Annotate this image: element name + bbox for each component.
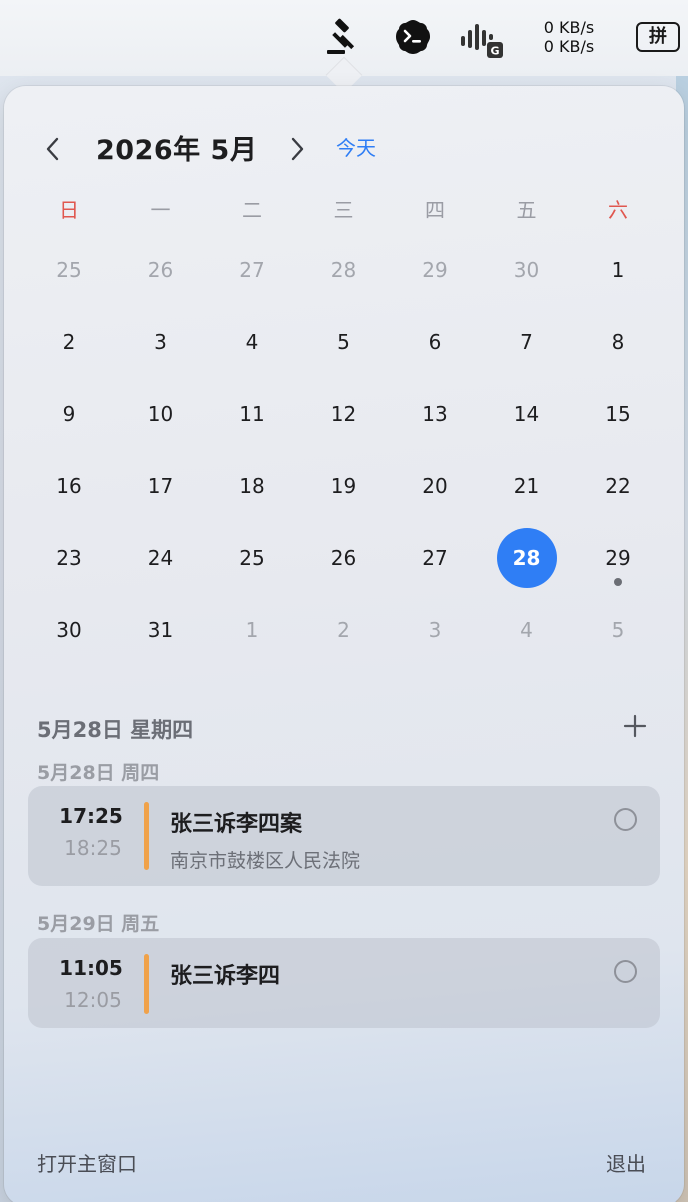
- event-title: 张三诉李四案: [170, 812, 303, 837]
- weekday-mon: 一: [150, 198, 171, 222]
- day-cell[interactable]: 6: [389, 312, 481, 372]
- day-cell[interactable]: 25: [206, 528, 298, 588]
- day-cell[interactable]: 3: [115, 312, 207, 372]
- weekday-sun: 日: [59, 198, 79, 222]
- day-cell[interactable]: 4: [481, 600, 573, 660]
- day-cell[interactable]: 22: [572, 456, 664, 516]
- day-cell[interactable]: 2: [298, 600, 390, 660]
- day-cell[interactable]: 1: [572, 240, 664, 300]
- terminal-icon[interactable]: [394, 18, 432, 56]
- day-cell-today[interactable]: 28: [481, 528, 573, 588]
- day-cell[interactable]: 21: [481, 456, 573, 516]
- day-cell[interactable]: 17: [115, 456, 207, 516]
- day-cell[interactable]: 11: [206, 384, 298, 444]
- day-cell[interactable]: 27: [389, 528, 481, 588]
- day-cell[interactable]: 15: [572, 384, 664, 444]
- day-cell[interactable]: 26: [115, 240, 207, 300]
- selected-date-heading: 5月28日 星期四: [37, 718, 194, 742]
- today-button[interactable]: 今天: [336, 132, 376, 161]
- net-upload: 0 KB/s: [543, 18, 595, 37]
- day-cell[interactable]: 5: [298, 312, 390, 372]
- day-cell[interactable]: 13: [389, 384, 481, 444]
- weekday-fri: 五: [516, 198, 537, 222]
- event-group-date: 5月28日 周四: [37, 762, 160, 784]
- add-event-icon[interactable]: [622, 713, 648, 739]
- event-color-bar: [144, 954, 149, 1014]
- event-title: 张三诉李四: [170, 964, 281, 989]
- day-cell[interactable]: 23: [23, 528, 115, 588]
- today-number: 28: [512, 546, 541, 570]
- day-cell[interactable]: 30: [23, 600, 115, 660]
- day-cell[interactable]: 30: [481, 240, 573, 300]
- event-group-date: 5月29日 周五: [37, 913, 160, 935]
- calendar-popover: 2026年 5月 今天 日 一 二 三 四 五 六 25 26 27 28 29…: [4, 86, 684, 1202]
- svg-text:G: G: [490, 45, 499, 58]
- network-speed: 0 KB/s 0 KB/s: [528, 18, 610, 56]
- event-start-time: 17:25: [59, 804, 123, 828]
- day-cell[interactable]: 3: [389, 600, 481, 660]
- day-cell[interactable]: 4: [206, 312, 298, 372]
- event-dot-icon: [614, 578, 622, 586]
- event-complete-checkbox[interactable]: [614, 960, 637, 983]
- day-cell[interactable]: 5: [572, 600, 664, 660]
- day-cell[interactable]: 27: [206, 240, 298, 300]
- day-number: 29: [605, 546, 631, 570]
- weekday-header: 日 一 二 三 四 五 六: [23, 194, 665, 224]
- weekday-wed: 三: [333, 198, 354, 222]
- day-cell[interactable]: 31: [115, 600, 207, 660]
- quit-button[interactable]: 退出: [606, 1148, 646, 1177]
- day-cell[interactable]: 20: [389, 456, 481, 516]
- day-cell[interactable]: 10: [115, 384, 207, 444]
- gavel-icon[interactable]: [323, 18, 363, 58]
- input-method-indicator[interactable]: 拼: [636, 22, 680, 52]
- day-cell[interactable]: 1: [206, 600, 298, 660]
- event-end-time: 18:25: [64, 836, 122, 860]
- month-title: 2026年 5月: [96, 135, 258, 166]
- day-cell-with-event[interactable]: 29: [572, 528, 664, 588]
- event-card[interactable]: 11:05 12:05 张三诉李四: [28, 938, 660, 1028]
- net-download: 0 KB/s: [543, 37, 595, 56]
- previous-month-icon[interactable]: [40, 136, 66, 162]
- event-complete-checkbox[interactable]: [614, 808, 637, 831]
- day-cell[interactable]: 16: [23, 456, 115, 516]
- day-cell[interactable]: 14: [481, 384, 573, 444]
- day-cell[interactable]: 9: [23, 384, 115, 444]
- day-cell[interactable]: 24: [115, 528, 207, 588]
- weekday-tue: 二: [242, 198, 262, 222]
- day-cell[interactable]: 7: [481, 312, 573, 372]
- day-cell[interactable]: 26: [298, 528, 390, 588]
- weekday-thu: 四: [425, 198, 445, 222]
- next-month-icon[interactable]: [284, 136, 310, 162]
- day-cell[interactable]: 19: [298, 456, 390, 516]
- day-cell[interactable]: 2: [23, 312, 115, 372]
- day-cell[interactable]: 29: [389, 240, 481, 300]
- day-cell[interactable]: 12: [298, 384, 390, 444]
- event-card[interactable]: 17:25 18:25 张三诉李四案 南京市鼓楼区人民法院: [28, 786, 660, 886]
- day-cell[interactable]: 18: [206, 456, 298, 516]
- day-cell[interactable]: 25: [23, 240, 115, 300]
- event-end-time: 12:05: [64, 988, 122, 1012]
- weekday-sat: 六: [608, 198, 628, 222]
- audio-wave-icon[interactable]: G: [459, 18, 505, 58]
- open-main-window-button[interactable]: 打开主窗口: [37, 1148, 137, 1177]
- day-cell[interactable]: 8: [572, 312, 664, 372]
- event-color-bar: [144, 802, 149, 870]
- event-location: 南京市鼓楼区人民法院: [170, 850, 361, 872]
- event-start-time: 11:05: [59, 956, 123, 980]
- day-cell[interactable]: 28: [298, 240, 390, 300]
